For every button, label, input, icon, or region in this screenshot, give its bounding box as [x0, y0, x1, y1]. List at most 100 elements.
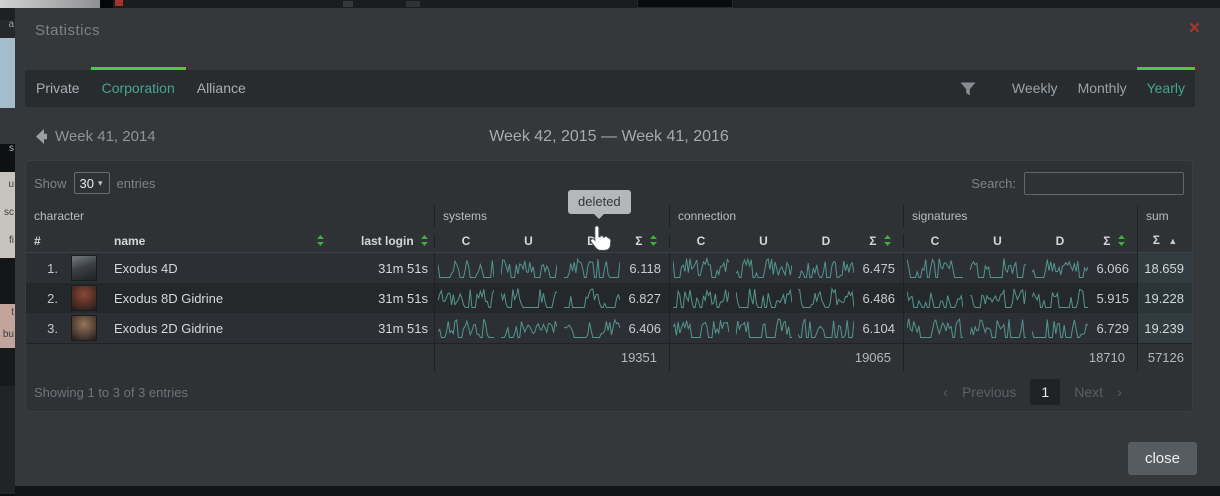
- row-total-value: 18.659: [1137, 253, 1192, 283]
- col-header-connection-created[interactable]: C: [669, 234, 732, 248]
- filter-icon[interactable]: [960, 82, 976, 96]
- col-header-systems-sum[interactable]: Σ: [623, 234, 669, 248]
- edge-blue-block: [0, 38, 15, 108]
- sparkline-connection-updated: [732, 313, 795, 343]
- col-header-connection-updated[interactable]: U: [732, 234, 795, 248]
- col-header-index: #: [26, 234, 66, 248]
- edge-pink-block: t bu: [0, 304, 15, 348]
- col-header-systems-updated[interactable]: U: [497, 234, 560, 248]
- row-total-value: 19.239: [1137, 313, 1192, 343]
- row-total-value: 19.228: [1137, 283, 1192, 313]
- row-index: 3.: [26, 313, 66, 343]
- edge-dark-block: [0, 258, 15, 304]
- next-chevron-icon[interactable]: ›: [1117, 384, 1122, 401]
- current-page-button[interactable]: 1: [1030, 379, 1060, 405]
- sparkline-connection-deleted: [795, 253, 857, 283]
- dropdown-caret-icon: ▾: [98, 178, 103, 189]
- modal-header: Statistics ×: [15, 8, 1220, 56]
- sort-both-icon: [421, 235, 428, 246]
- sparkline-systems-deleted: [560, 283, 623, 313]
- sparkline-systems-created: [434, 283, 497, 313]
- previous-chevron-icon[interactable]: ‹: [943, 384, 948, 401]
- signatures-sum-value: 6.066: [1091, 253, 1137, 283]
- edge-dark-block: [0, 108, 15, 144]
- edge-dark-block: [0, 348, 15, 386]
- edge-fragment: a: [0, 20, 15, 30]
- signatures-total: 18710: [903, 344, 1137, 372]
- show-label: Show: [34, 176, 67, 191]
- sparkline-signatures-deleted: [1029, 313, 1091, 343]
- character-avatar: [71, 285, 97, 311]
- sparkline-signatures-created: [903, 253, 966, 283]
- signatures-sum-value: 6.729: [1091, 313, 1137, 343]
- entries-value: 30: [80, 176, 94, 191]
- last-login-value: 31m 51s: [324, 283, 434, 313]
- tab-weekly[interactable]: Weekly: [1002, 70, 1068, 107]
- group-header-character: character: [26, 205, 434, 227]
- previous-page-button[interactable]: Previous: [962, 384, 1016, 400]
- search-input[interactable]: [1024, 172, 1184, 195]
- table-row: 2. Exodus 8D Gidrine 31m 51s 6.827 6.486…: [26, 283, 1192, 313]
- sort-both-icon: [317, 235, 324, 246]
- sparkline-systems-updated: [497, 313, 560, 343]
- character-avatar: [71, 315, 97, 341]
- sparkline-connection-updated: [732, 253, 795, 283]
- sigma-label: Σ: [1153, 233, 1160, 247]
- table-row: 1. Exodus 4D 31m 51s 6.118 6.475 6.066 1…: [26, 253, 1192, 283]
- next-page-button[interactable]: Next: [1074, 384, 1103, 400]
- sparkline-connection-created: [669, 283, 732, 313]
- col-header-name[interactable]: name: [102, 234, 324, 248]
- table-info-row: Showing 1 to 3 of 3 entries ‹ Previous 1…: [34, 379, 1184, 405]
- entries-select[interactable]: 30 ▾: [74, 172, 110, 194]
- col-header-connection-sum[interactable]: Σ: [857, 234, 903, 248]
- close-icon[interactable]: ×: [1189, 19, 1200, 38]
- col-header-signatures-deleted[interactable]: D: [1029, 234, 1091, 248]
- background-box: [637, 0, 733, 8]
- tab-monthly[interactable]: Monthly: [1068, 70, 1137, 107]
- row-index: 2.: [26, 283, 66, 313]
- systems-sum-value: 6.118: [623, 253, 669, 283]
- col-header-signatures-created[interactable]: C: [903, 234, 966, 248]
- pagination: ‹ Previous 1 Next ›: [943, 379, 1122, 405]
- week-navigation: Week 41, 2014 Week 42, 2015 — Week 41, 2…: [25, 126, 1193, 154]
- col-header-total-sum[interactable]: Σ ▲: [1137, 227, 1192, 254]
- col-header-name-label: name: [114, 234, 145, 248]
- character-name: Exodus 4D: [102, 253, 324, 283]
- character-avatar: [71, 255, 97, 281]
- tab-corporation[interactable]: Corporation: [91, 70, 186, 107]
- row-index: 1.: [26, 253, 66, 283]
- sparkline-systems-created: [434, 253, 497, 283]
- sparkline-connection-deleted: [795, 313, 857, 343]
- sigma-label: Σ: [1103, 234, 1110, 248]
- background-glyph: [343, 1, 353, 7]
- group-header-signatures: signatures: [903, 205, 1137, 227]
- entries-label: entries: [117, 176, 156, 191]
- edge-fragment: bu: [0, 326, 15, 348]
- background-light-segment: [0, 0, 100, 8]
- sparkline-signatures-updated: [966, 313, 1029, 343]
- edge-fragment: u: [0, 172, 15, 200]
- col-header-connection-deleted[interactable]: D: [795, 234, 857, 248]
- close-button[interactable]: close: [1128, 442, 1197, 475]
- statistics-modal: Statistics × Private Corporation Allianc…: [15, 8, 1220, 486]
- sigma-label: Σ: [869, 234, 876, 248]
- tab-alliance[interactable]: Alliance: [186, 70, 257, 107]
- col-header-signatures-updated[interactable]: U: [966, 234, 1029, 248]
- tab-yearly[interactable]: Yearly: [1137, 70, 1195, 107]
- tab-private[interactable]: Private: [25, 70, 91, 107]
- sparkline-connection-deleted: [795, 283, 857, 313]
- col-header-systems-created[interactable]: C: [434, 234, 497, 248]
- modal-title: Statistics: [35, 22, 100, 39]
- edge-fragment: s: [0, 144, 15, 154]
- sparkline-signatures-created: [903, 313, 966, 343]
- table-row: 3. Exodus 2D Gidrine 31m 51s 6.406 6.104…: [26, 313, 1192, 343]
- sigma-label: Σ: [635, 234, 642, 248]
- col-header-systems-deleted[interactable]: D: [560, 234, 623, 248]
- sparkline-systems-created: [434, 313, 497, 343]
- group-header-systems: systems: [434, 205, 669, 227]
- edge-dark-block: [0, 386, 15, 494]
- col-header-last-login[interactable]: last login: [324, 234, 434, 248]
- col-header-signatures-sum[interactable]: Σ: [1091, 234, 1137, 248]
- background-top-strip: [0, 0, 1220, 8]
- sort-both-icon: [650, 235, 657, 246]
